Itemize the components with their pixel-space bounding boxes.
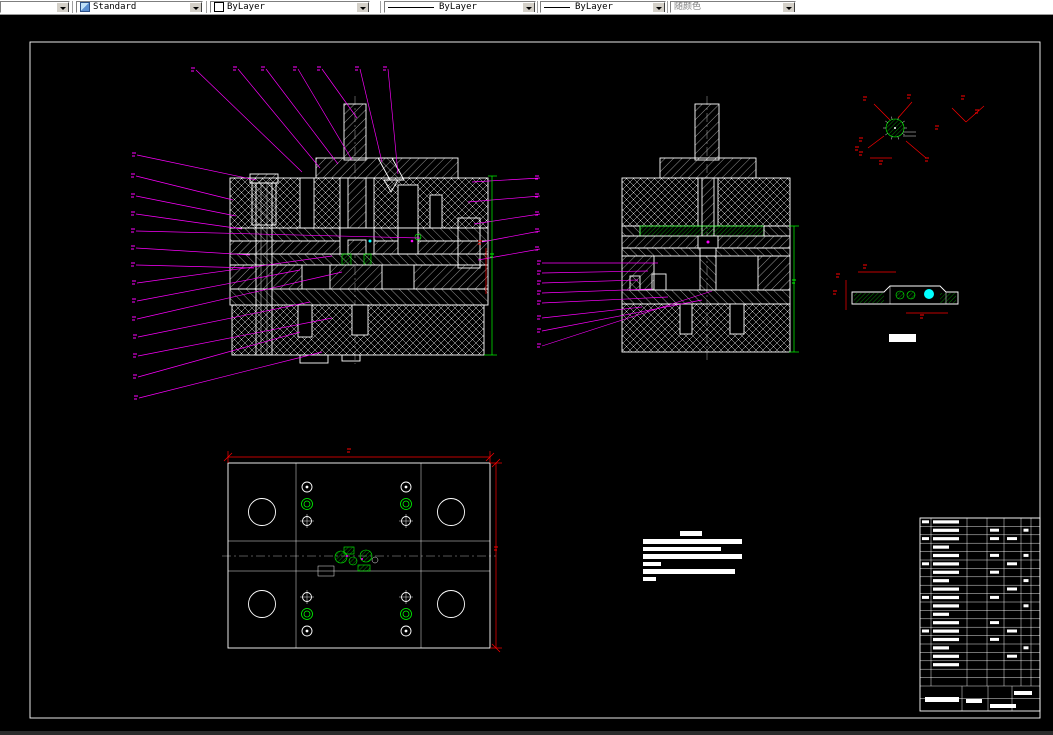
drawing-border-frame — [29, 41, 1041, 719]
chevron-down-icon[interactable] — [56, 2, 69, 12]
chevron-down-icon[interactable] — [652, 2, 665, 12]
side-section-view[interactable] — [621, 96, 791, 360]
lower-plate[interactable] — [621, 289, 791, 305]
lineweight-sample — [544, 6, 570, 8]
color-swatch — [214, 2, 224, 12]
cad-application-window: { "toolbar": { "layer_combo": {"value": … — [0, 0, 1053, 735]
chevron-down-icon[interactable] — [189, 2, 202, 12]
spacer-right — [413, 264, 489, 290]
lineweight-combo-value: ByLayer — [575, 2, 613, 12]
die-plate[interactable] — [229, 253, 489, 266]
color-combo[interactable]: ByLayer — [210, 1, 370, 13]
die-insert — [341, 253, 352, 266]
plot-style-combo: 随颜色 — [670, 1, 796, 13]
lower-plate[interactable] — [229, 288, 489, 306]
text-style-combo[interactable]: Standard — [76, 1, 203, 13]
linetype-combo-value: ByLayer — [439, 2, 477, 12]
die-insert — [363, 253, 372, 266]
notes-text-block — [643, 531, 742, 581]
toolbar-separator — [72, 1, 73, 13]
guide-bushing — [251, 182, 277, 226]
chevron-down-icon[interactable] — [356, 2, 369, 12]
toolbar-separator — [667, 1, 668, 13]
plot-style-value: 随颜色 — [674, 2, 702, 12]
linetype-combo[interactable]: ByLayer — [384, 1, 536, 13]
parts-list-table[interactable] — [919, 517, 1041, 712]
detail-label — [889, 334, 916, 342]
chevron-down-icon — [782, 2, 795, 12]
plate-outline[interactable] — [227, 462, 491, 649]
detail-view-section[interactable] — [851, 285, 959, 342]
toolbar-separator — [380, 1, 381, 13]
punch-shank[interactable] — [694, 103, 720, 161]
toolbar-separator — [537, 1, 538, 13]
front-section-view[interactable] — [229, 96, 489, 364]
guide-bushing-flange — [249, 173, 279, 184]
toolbar-separator — [206, 1, 207, 13]
drawing-canvas[interactable] — [0, 0, 1053, 735]
text-style-icon — [80, 2, 90, 12]
base-plate[interactable] — [621, 303, 791, 353]
detail-view-gear[interactable] — [883, 116, 916, 140]
text-style-value: Standard — [93, 2, 137, 12]
spacer-middle — [329, 264, 383, 290]
cyan-bushing — [924, 289, 934, 299]
status-bar — [0, 731, 1053, 735]
linetype-sample — [388, 6, 434, 8]
punch-opening-cluster — [334, 546, 379, 572]
rubber-pad — [639, 225, 765, 237]
plan-view[interactable] — [222, 462, 496, 649]
cyan-insert — [368, 239, 372, 243]
spacer-right — [757, 255, 791, 291]
lineweight-combo[interactable]: ByLayer — [540, 1, 666, 13]
color-combo-value: ByLayer — [227, 2, 265, 12]
layer-combo[interactable] — [0, 1, 70, 13]
top-plate[interactable] — [659, 157, 757, 179]
chevron-down-icon[interactable] — [522, 2, 535, 12]
properties-toolbar: Standard ByLayer ByLayer ByLayer 随颜色 — [0, 0, 1053, 15]
ejector — [699, 255, 717, 291]
